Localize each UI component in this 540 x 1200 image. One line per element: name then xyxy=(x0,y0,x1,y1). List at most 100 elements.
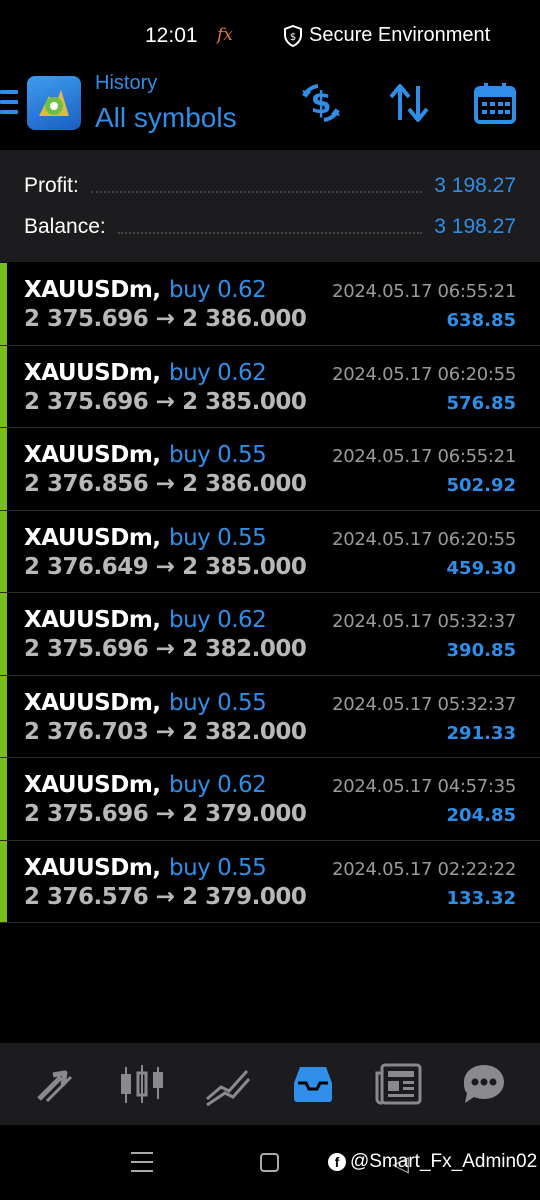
shield-icon: $ xyxy=(284,24,302,47)
buy-indicator-bar xyxy=(0,510,7,592)
balance-label: Balance: xyxy=(24,215,106,238)
arrow-icon: → xyxy=(155,883,175,910)
calendar-icon[interactable] xyxy=(472,80,518,126)
summary-panel: Profit: 3 198.27 Balance: 3 198.27 xyxy=(0,150,540,262)
status-bar: 12:01 fx $ Secure Environment xyxy=(0,0,540,70)
trade-time: 2024.05.17 06:20:55 xyxy=(332,528,516,550)
buy-indicator-bar xyxy=(0,758,7,840)
close-price: 2 385.000 xyxy=(182,553,307,580)
bottom-nav xyxy=(0,1043,540,1125)
trade-profit: 576.85 xyxy=(446,392,516,414)
trade-profit: 204.85 xyxy=(446,805,516,826)
trade-symbol: XAUUSDm, xyxy=(24,689,161,716)
recent-apps-icon[interactable] xyxy=(131,1152,153,1179)
close-price: 2 386.000 xyxy=(182,471,307,497)
trade-row[interactable]: XAUUSDm, buy 0.62 2 375.696 → 2 386.000 … xyxy=(0,263,540,346)
trade-symbol: XAUUSDm, xyxy=(24,772,161,798)
trade-row[interactable]: XAUUSDm, buy 0.55 2 376.856 → 2 386.000 … xyxy=(0,428,540,511)
trade-symbol: XAUUSDm, xyxy=(24,524,161,551)
trade-prices: 2 376.856 → 2 386.000 xyxy=(24,471,307,497)
trade-profit: 390.85 xyxy=(446,640,516,661)
trade-prices: 2 376.576 → 2 379.000 xyxy=(24,883,307,910)
close-price: 2 385.000 xyxy=(182,388,307,415)
app-header: History All symbols $ xyxy=(0,70,540,150)
metatrader-app-icon[interactable] xyxy=(27,76,81,130)
arrow-icon: → xyxy=(155,388,175,415)
trade-list: XAUUSDm, buy 0.62 2 375.696 → 2 386.000 … xyxy=(0,263,540,923)
arrow-icon: → xyxy=(155,306,175,332)
fx-badge-icon: fx xyxy=(217,25,233,45)
profit-label: Profit: xyxy=(24,174,79,197)
page-title[interactable]: All symbols xyxy=(95,102,237,134)
arrow-icon: → xyxy=(155,553,175,580)
dotted-leader xyxy=(90,191,423,193)
trade-profit: 502.92 xyxy=(446,475,516,496)
buy-indicator-bar xyxy=(0,593,7,675)
close-price: 2 379.000 xyxy=(182,801,307,827)
buy-indicator-bar xyxy=(0,428,7,510)
arrow-icon: → xyxy=(155,801,175,827)
trade-prices: 2 376.703 → 2 382.000 xyxy=(24,718,307,745)
secure-environment-indicator: $ Secure Environment xyxy=(283,24,490,47)
trade-time: 2024.05.17 06:55:21 xyxy=(332,446,516,467)
secure-label: Secure Environment xyxy=(309,24,491,46)
trade-profit: 638.85 xyxy=(446,310,516,331)
trade-row[interactable]: XAUUSDm, buy 0.62 2 375.696 → 2 382.000 … xyxy=(0,593,540,676)
menu-icon[interactable] xyxy=(0,90,18,116)
system-nav-bar: ◁ f @Smart_Fx_Admin02 xyxy=(0,1125,540,1200)
trade-profit: 291.33 xyxy=(446,722,516,744)
buy-indicator-bar xyxy=(0,675,7,757)
trade-side-volume: buy 0.62 xyxy=(169,607,267,633)
close-price: 2 382.000 xyxy=(182,718,307,745)
open-price: 2 376.856 xyxy=(24,471,149,497)
chat-icon[interactable] xyxy=(459,1061,509,1107)
close-price: 2 382.000 xyxy=(182,636,307,662)
currency-exchange-icon[interactable]: $ xyxy=(298,80,344,126)
trade-symbol: XAUUSDm, xyxy=(24,277,161,303)
open-price: 2 376.649 xyxy=(24,553,149,580)
sort-icon[interactable] xyxy=(386,80,432,126)
trade-symbol: XAUUSDm, xyxy=(24,607,161,633)
trade-side-volume: buy 0.55 xyxy=(169,689,267,716)
trade-icon[interactable] xyxy=(203,1061,253,1107)
arrow-icon: → xyxy=(155,636,175,662)
open-price: 2 375.696 xyxy=(24,636,149,662)
trade-profit: 133.32 xyxy=(446,887,516,909)
trade-prices: 2 375.696 → 2 385.000 xyxy=(24,388,307,415)
buy-indicator-bar xyxy=(0,840,7,922)
svg-text:$: $ xyxy=(290,32,296,43)
trade-side-volume: buy 0.55 xyxy=(169,442,267,468)
trade-row[interactable]: XAUUSDm, buy 0.55 2 376.576 → 2 379.000 … xyxy=(0,840,540,923)
trade-side-volume: buy 0.55 xyxy=(169,524,267,551)
chart-icon[interactable] xyxy=(117,1061,167,1107)
arrow-icon: → xyxy=(155,718,175,745)
trade-prices: 2 375.696 → 2 379.000 xyxy=(24,801,307,827)
trade-row[interactable]: XAUUSDm, buy 0.62 2 375.696 → 2 385.000 … xyxy=(0,345,540,428)
watermark-text: @Smart_Fx_Admin02 xyxy=(350,1151,538,1172)
trade-prices: 2 375.696 → 2 386.000 xyxy=(24,306,307,332)
trade-side-volume: buy 0.62 xyxy=(169,359,267,386)
trade-symbol: XAUUSDm, xyxy=(24,854,161,881)
dotted-leader xyxy=(117,232,423,234)
balance-row: Balance: 3 198.27 xyxy=(24,211,516,243)
trade-row[interactable]: XAUUSDm, buy 0.55 2 376.649 → 2 385.000 … xyxy=(0,510,540,593)
news-icon[interactable] xyxy=(374,1061,424,1107)
trade-side-volume: buy 0.62 xyxy=(169,772,267,798)
trade-time: 2024.05.17 04:57:35 xyxy=(332,776,516,797)
trade-side-volume: buy 0.62 xyxy=(169,277,267,303)
header-subtitle: History xyxy=(95,72,158,94)
profit-value: 3 198.27 xyxy=(434,174,516,197)
trade-time: 2024.05.17 02:22:22 xyxy=(332,858,516,880)
open-price: 2 376.576 xyxy=(24,883,149,910)
watermark: f @Smart_Fx_Admin02 xyxy=(328,1151,537,1173)
arrow-icon: → xyxy=(155,471,175,497)
quotes-icon[interactable] xyxy=(31,1061,81,1107)
trade-time: 2024.05.17 05:32:37 xyxy=(332,611,516,632)
home-icon[interactable] xyxy=(260,1153,279,1172)
open-price: 2 375.696 xyxy=(24,306,149,332)
history-icon[interactable] xyxy=(288,1061,338,1107)
trade-row[interactable]: XAUUSDm, buy 0.62 2 375.696 → 2 379.000 … xyxy=(0,758,540,841)
close-price: 2 379.000 xyxy=(182,883,307,910)
trade-row[interactable]: XAUUSDm, buy 0.55 2 376.703 → 2 382.000 … xyxy=(0,675,540,758)
open-price: 2 375.696 xyxy=(24,388,149,415)
